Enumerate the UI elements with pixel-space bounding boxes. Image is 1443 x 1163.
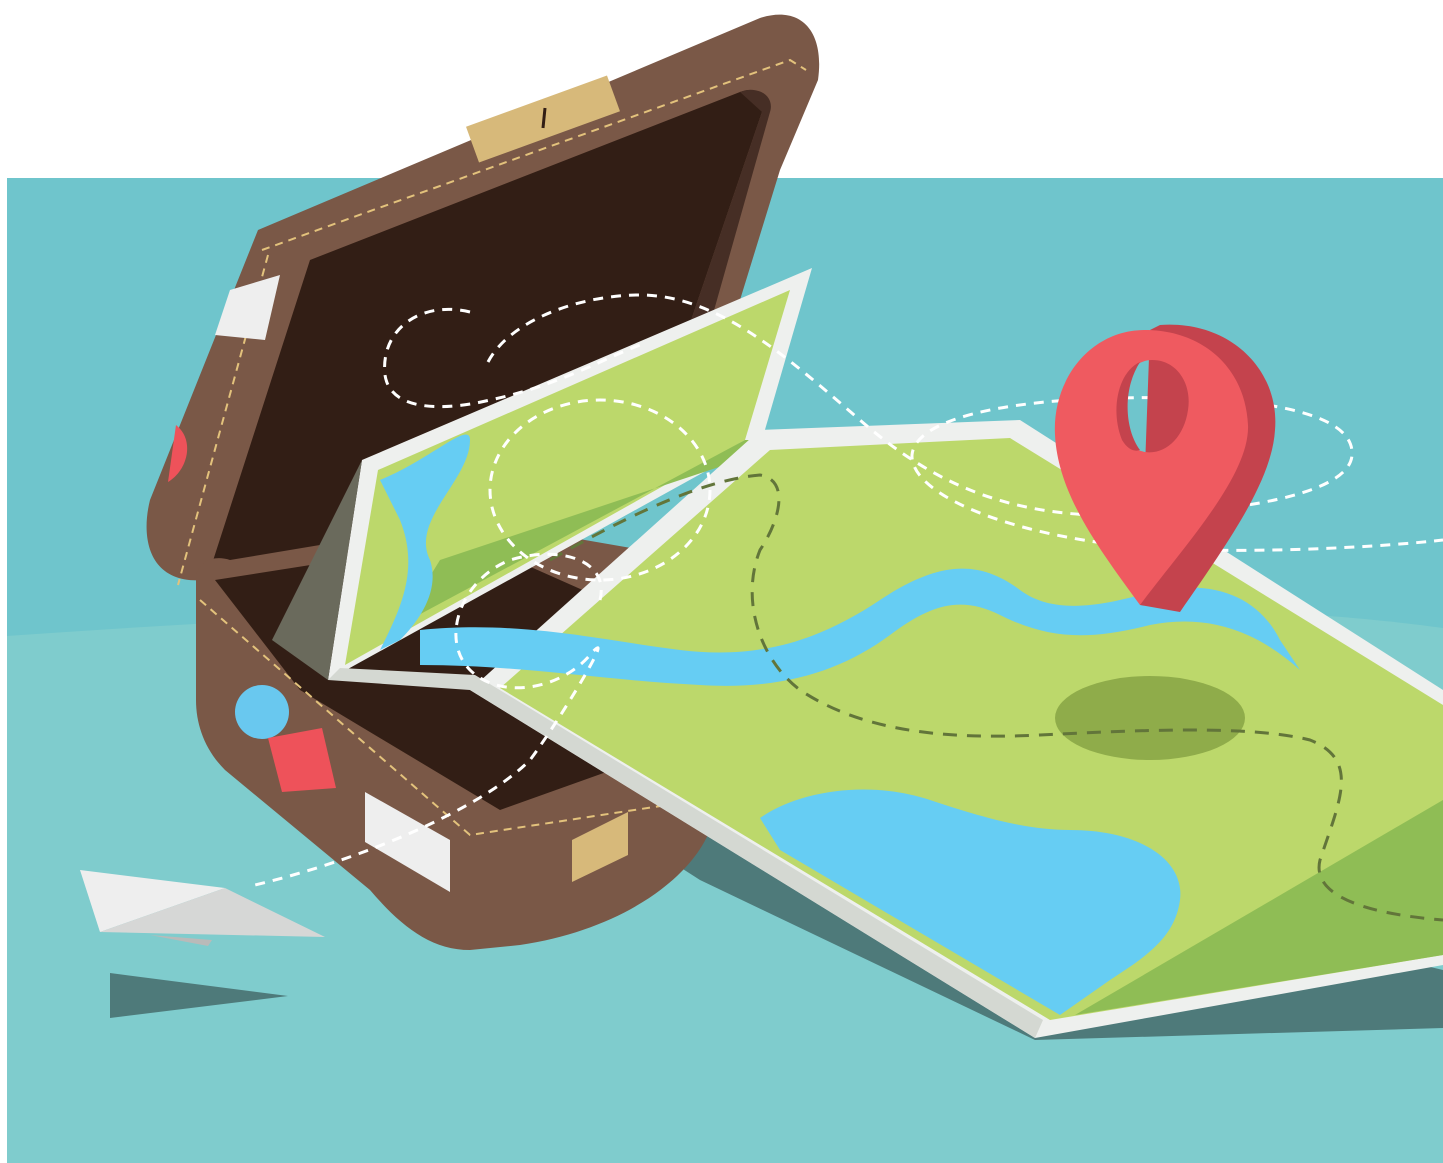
suitcase-lid-latch-slot <box>541 107 547 129</box>
travel-illustration <box>0 0 1443 1163</box>
base-sticker-blue <box>235 685 289 739</box>
map-forest <box>1055 676 1245 760</box>
